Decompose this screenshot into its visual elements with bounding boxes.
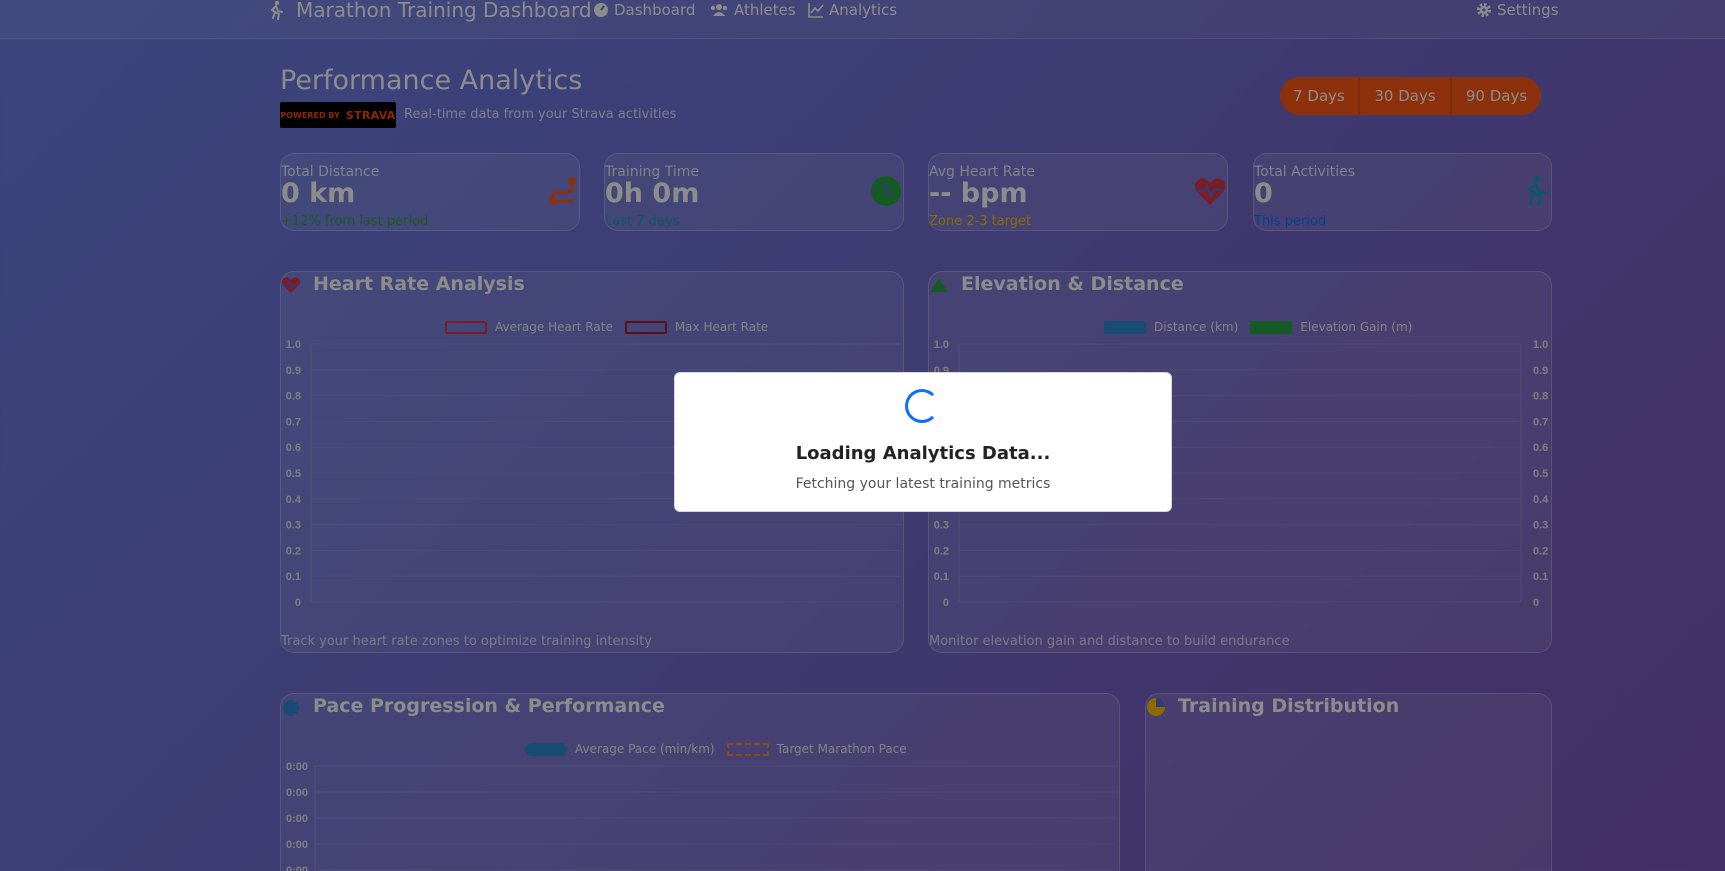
loading-text: Fetching your latest training metrics — [795, 476, 1051, 492]
loading-modal: Loading Analytics Data... Fetching your … — [674, 372, 1172, 512]
loading-spinner-icon — [905, 389, 939, 423]
loading-title: Loading Analytics Data... — [795, 443, 1051, 464]
